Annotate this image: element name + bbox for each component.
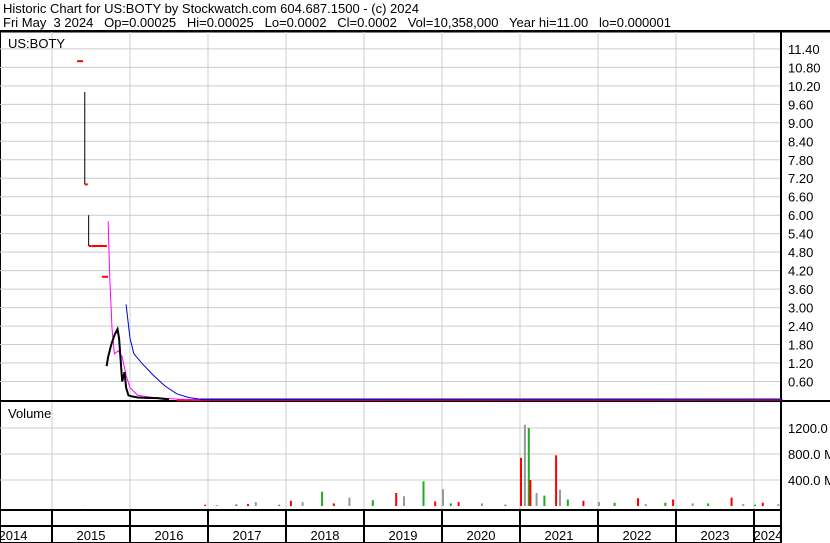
- chart-window: Historic Chart for US:BOTY by Stockwatch…: [0, 0, 830, 543]
- volume-bar: [543, 495, 546, 506]
- volume-bar: [672, 499, 675, 506]
- price-tick-label: 6.60: [788, 190, 813, 205]
- price-tick-label: 6.00: [788, 208, 813, 223]
- volume-bar: [247, 504, 249, 506]
- price-tick-label: 2.40: [788, 319, 813, 334]
- price-tick-label: 4.20: [788, 264, 813, 279]
- volume-bar: [332, 503, 335, 506]
- volume-bar: [403, 496, 405, 506]
- volume-bar: [777, 504, 780, 506]
- price-tick-label: 8.40: [788, 134, 813, 149]
- volume-bar: [442, 489, 444, 506]
- year-label: 2024: [754, 528, 783, 543]
- year-label: 2014: [0, 528, 27, 543]
- price-tick-label: 0.60: [788, 375, 813, 390]
- volume-bar: [730, 497, 733, 506]
- year-label: 2017: [233, 528, 262, 543]
- volume-bar: [637, 498, 639, 506]
- volume-tick-label: 400.0 M: [788, 473, 830, 488]
- volume-tick-label: 1200.0 M: [788, 421, 830, 436]
- volume-bar: [395, 493, 398, 506]
- volume-bar: [644, 504, 647, 506]
- price-tick-label: 5.40: [788, 227, 813, 242]
- volume-bar: [754, 504, 756, 506]
- price-tick-label: 1.80: [788, 338, 813, 353]
- year-label: 2016: [155, 528, 184, 543]
- price-tick-label: 9.60: [788, 97, 813, 112]
- year-label: 2020: [467, 528, 496, 543]
- volume-bar: [289, 500, 292, 506]
- year-label: 2015: [77, 528, 106, 543]
- volume-bar: [504, 504, 507, 506]
- year-label: 2019: [389, 528, 418, 543]
- volume-bar: [457, 502, 460, 506]
- volume-bar: [301, 502, 304, 506]
- volume-bar: [422, 481, 425, 506]
- volume-bar: [613, 502, 616, 506]
- quote-summary: Fri May 3 2024 Op=0.00025 Hi=0.00025 Lo=…: [3, 15, 671, 30]
- volume-bar: [371, 500, 374, 506]
- volume-bar: [691, 503, 694, 506]
- price-tick-label: 7.20: [788, 171, 813, 186]
- volume-bar: [742, 504, 745, 506]
- chart-title: Historic Chart for US:BOTY by Stockwatch…: [3, 1, 419, 16]
- price-tick-label: 3.00: [788, 301, 813, 316]
- volume-bar: [348, 497, 351, 506]
- symbol-label: US:BOTY: [8, 36, 65, 51]
- volume-bar: [566, 499, 569, 506]
- year-label: 2021: [545, 528, 574, 543]
- volume-bar: [235, 504, 238, 506]
- price-tick-label: 4.80: [788, 245, 813, 260]
- volume-bar: [278, 504, 281, 506]
- volume-label: Volume: [8, 406, 51, 421]
- volume-bar: [215, 505, 218, 506]
- price-volume-chart: 11.40 10.80 10.20 9.60 9.00 8.40 7.80 7.20 6.60 6…: [0, 30, 830, 543]
- year-label: 2022: [623, 528, 652, 543]
- price-tick-label: 7.80: [788, 153, 813, 168]
- price-tick-label: 1.20: [788, 356, 813, 371]
- year-label: 2018: [311, 528, 340, 543]
- volume-bar: [707, 503, 710, 506]
- year-label: 2023: [701, 528, 730, 543]
- volume-bar: [761, 502, 764, 506]
- plot-frame: [0, 30, 782, 543]
- volume-bar: [254, 502, 257, 506]
- long-moving-average: [125, 304, 783, 401]
- volume-bar: [582, 500, 585, 506]
- volume-bar: [559, 489, 561, 506]
- volume-bar: [535, 493, 538, 506]
- price-tick-label: 10.80: [788, 60, 821, 75]
- price-tick-label: 11.40: [788, 42, 820, 57]
- volume-bar: [481, 503, 483, 506]
- volume-bar: [529, 480, 532, 506]
- volume-bar: [449, 503, 452, 506]
- volume-bar: [664, 502, 667, 506]
- volume-tick-label: 800.0 M: [788, 447, 830, 462]
- volume-bar: [598, 502, 600, 506]
- volume-bar: [204, 504, 207, 506]
- price-tick-label: 9.00: [788, 116, 813, 131]
- volume-bar: [555, 455, 558, 506]
- price-tick-label: 3.60: [788, 282, 813, 297]
- volume-bar: [321, 491, 324, 506]
- volume-bar: [434, 501, 437, 506]
- volume-bar: [523, 424, 526, 506]
- price-line: [105, 325, 170, 401]
- price-tick-label: 10.20: [788, 79, 821, 94]
- volume-bar: [520, 457, 522, 506]
